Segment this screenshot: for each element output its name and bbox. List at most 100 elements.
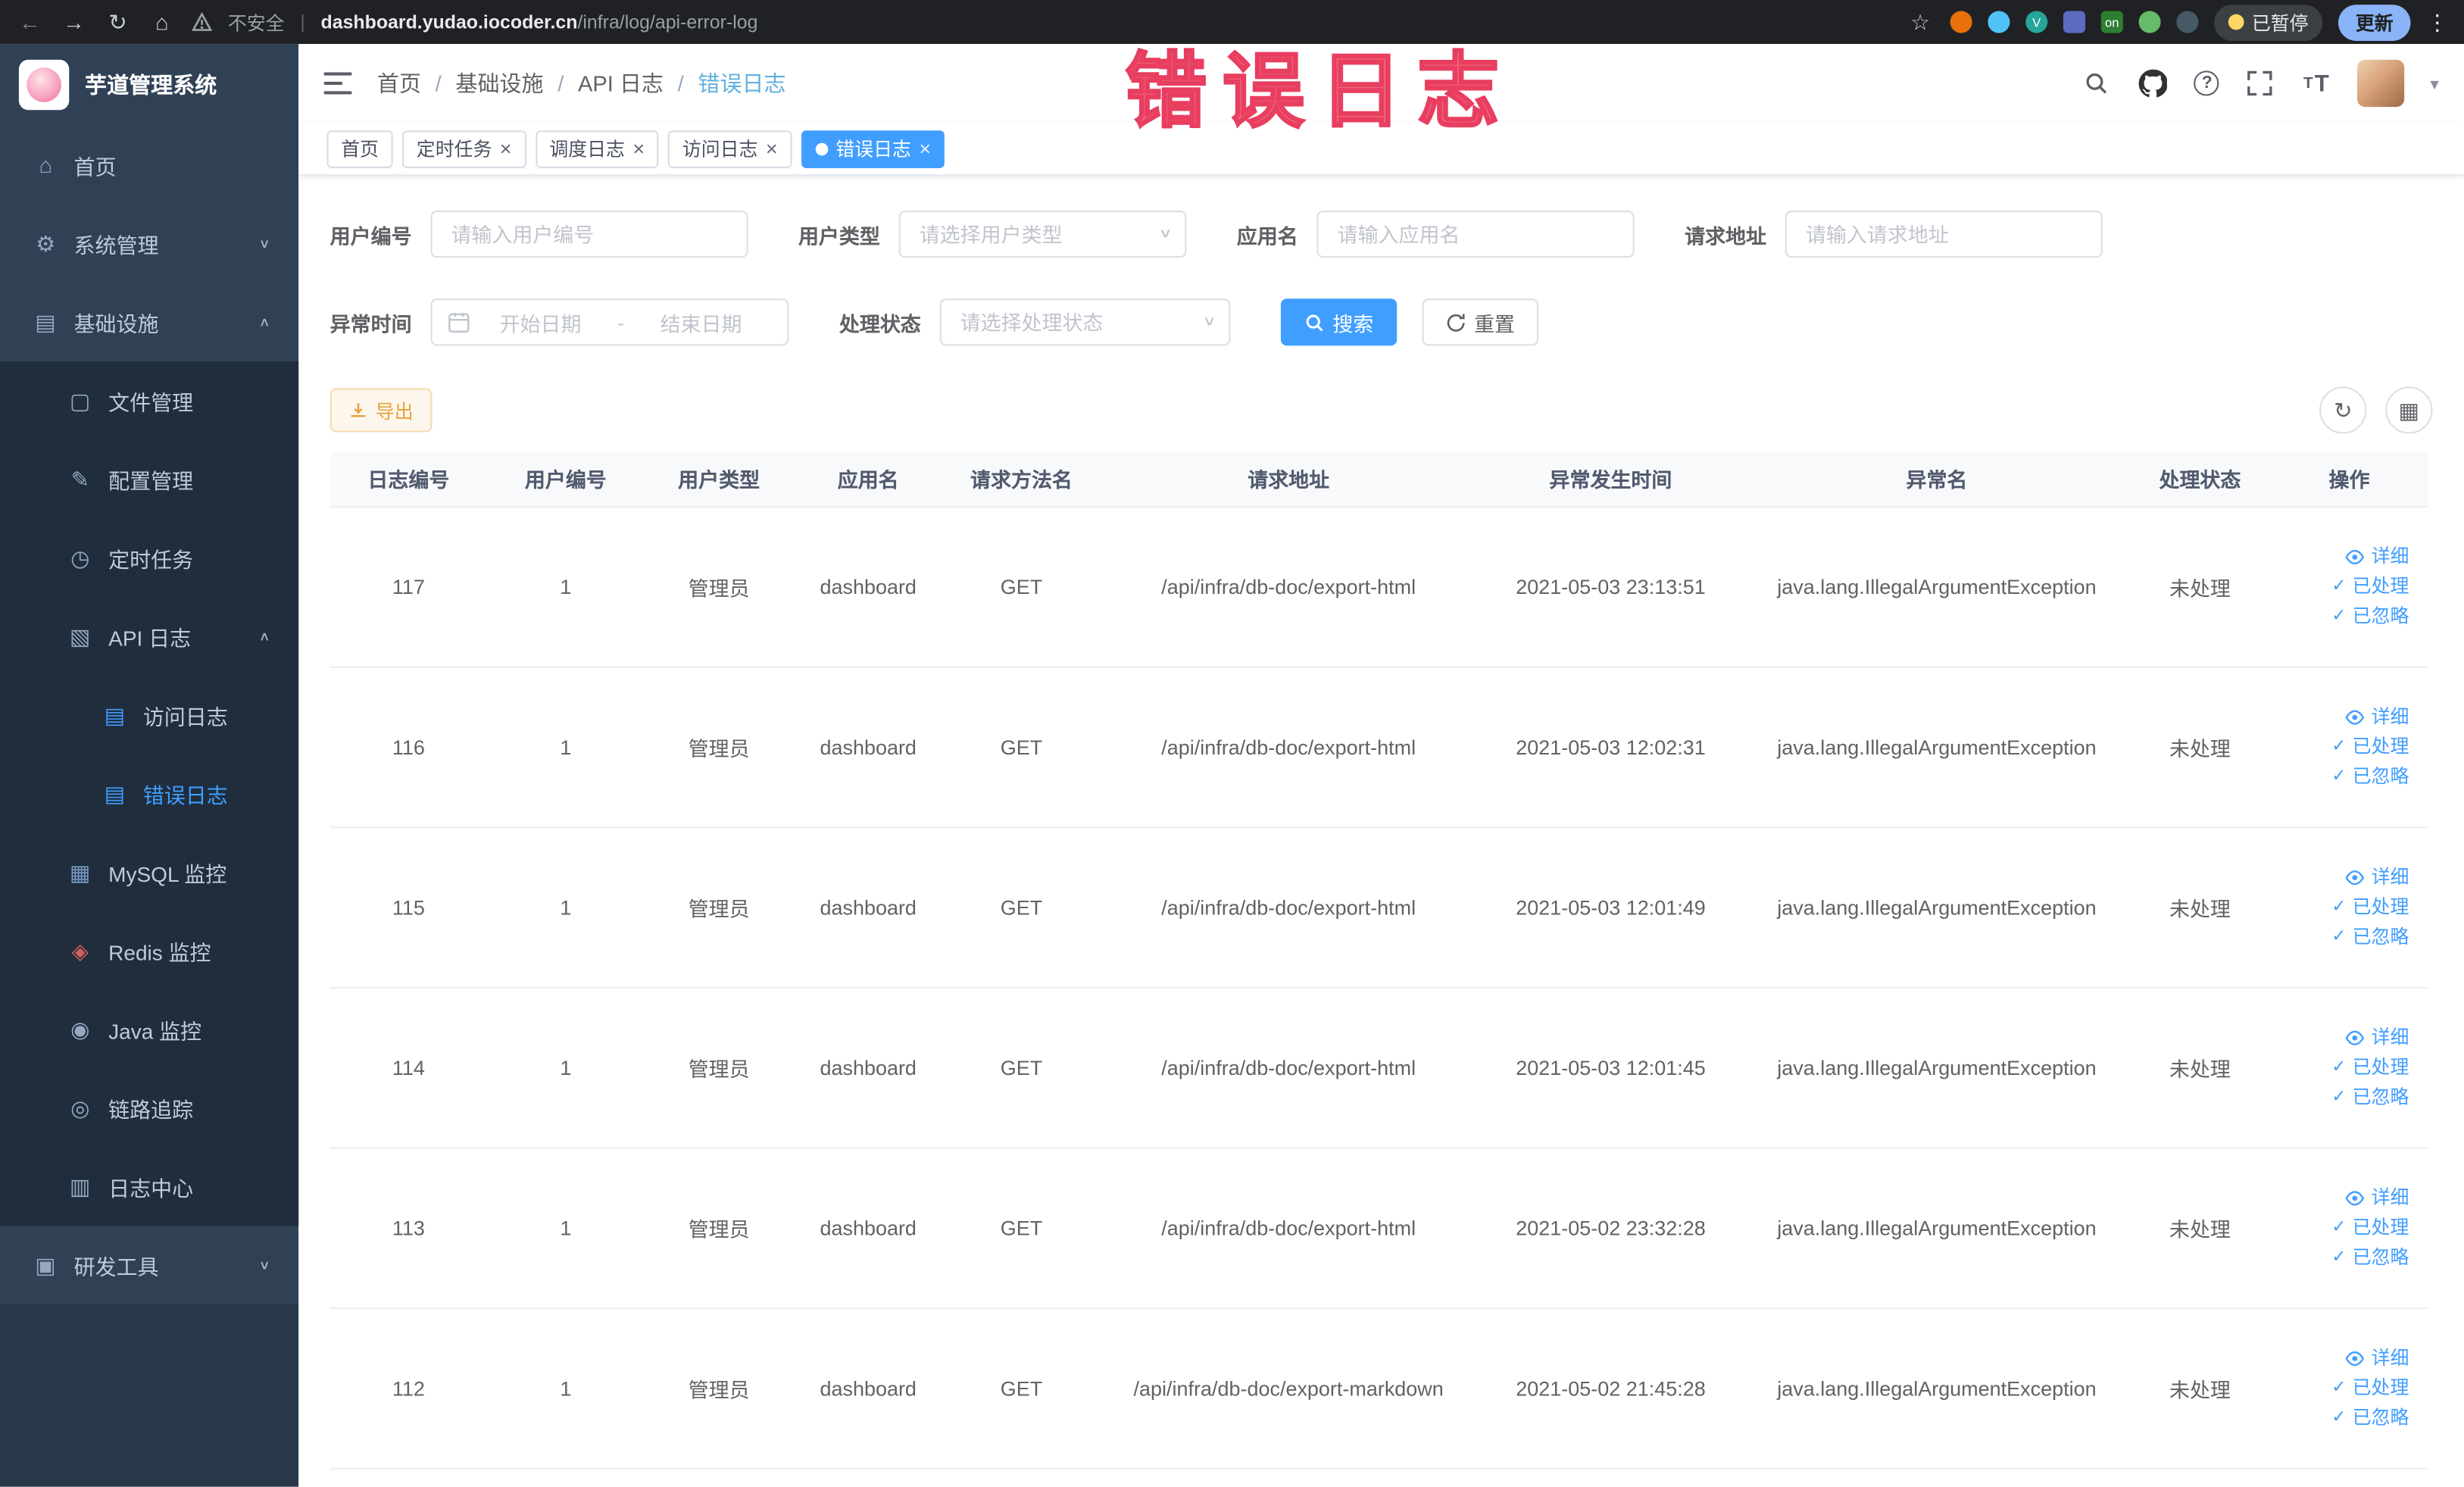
extension-icon-5[interactable]: on (2100, 11, 2123, 33)
close-tab-icon[interactable]: × (919, 139, 931, 159)
sidebar-item-3[interactable]: ▢ 文件管理 (0, 361, 299, 440)
sidebar-item-1[interactable]: ⚙ 系统管理 ∨ (0, 205, 298, 283)
exception-time-range-picker[interactable]: 开始日期 - 结束日期 (430, 298, 789, 346)
update-button[interactable]: 更新 (2338, 4, 2411, 40)
sidebar-item-5[interactable]: ◷ 定时任务 (0, 518, 299, 598)
cell-exception: java.lang.IllegalArgumentException (1744, 986, 2130, 1148)
user-id-input[interactable] (430, 210, 748, 258)
mark-ignored-button[interactable]: ✓ 已忽略 (2277, 601, 2409, 631)
extension-icon-3[interactable]: V (2025, 11, 2048, 33)
close-tab-icon[interactable]: × (500, 139, 512, 159)
search-icon[interactable] (2081, 67, 2113, 98)
kebab-menu-icon[interactable]: ⋮ (2426, 8, 2448, 35)
mark-processed-button[interactable]: ✓ 已处理 (2277, 1213, 2409, 1242)
process-status-select-input[interactable] (939, 298, 1231, 346)
file-icon: ▢ (70, 387, 91, 413)
extension-icon-1[interactable] (1950, 11, 1972, 33)
mark-processed-button[interactable]: ✓ 已处理 (2277, 571, 2409, 601)
user-type-select-input[interactable] (898, 210, 1187, 258)
breadcrumb-item-2[interactable]: API 日志 (578, 67, 664, 98)
sidebar-item-12[interactable]: ◎ 链路追踪 (0, 1068, 299, 1148)
tab-1[interactable]: 定时任务 × (402, 130, 526, 167)
detail-button[interactable]: 详细 (2277, 1343, 2409, 1373)
sidebar-item-10[interactable]: ◈ Redis 监控 (0, 911, 299, 991)
security-label[interactable]: 不安全 (228, 8, 285, 35)
mark-ignored-button[interactable]: ✓ 已忽略 (2277, 761, 2409, 791)
user-avatar[interactable] (2357, 59, 2406, 108)
address-bar[interactable]: dashboard.yudao.iocoder.cn/infra/log/api… (321, 11, 758, 33)
hamburger-icon[interactable] (323, 72, 352, 95)
breadcrumb-item-3[interactable]: 错误日志 (698, 67, 785, 98)
row-actions: 详细 ✓ 已处理 ✓ 已忽略 (2270, 1147, 2428, 1309)
home-button[interactable]: ⌂ (148, 9, 176, 34)
breadcrumb-item-0[interactable]: 首页 (377, 67, 421, 98)
app-header: 首页 / 基础设施 / API 日志 / 错误日志 ? TT ▾ (298, 44, 2464, 123)
sidebar-item-11[interactable]: ◉ Java 监控 (0, 990, 299, 1069)
check-icon: ✓ (2331, 1086, 2347, 1106)
sidebar-item-14[interactable]: ▣ 研发工具 ∨ (0, 1226, 298, 1304)
fullscreen-icon[interactable] (2245, 67, 2276, 98)
reload-button[interactable]: ↻ (104, 8, 132, 35)
sidebar-item-0[interactable]: ⌂ 首页 (0, 126, 298, 205)
refresh-list-button[interactable]: ↻ (2319, 386, 2367, 434)
export-button[interactable]: 导出 (329, 388, 433, 433)
mark-ignored-button[interactable]: ✓ 已忽略 (2277, 1403, 2409, 1432)
help-icon[interactable]: ? (2194, 70, 2220, 96)
user-type-select[interactable]: ∨ (898, 210, 1187, 258)
detail-button[interactable]: 详细 (2277, 1023, 2409, 1052)
extension-icon-6[interactable] (2138, 11, 2161, 33)
mark-processed-button[interactable]: ✓ 已处理 (2277, 732, 2409, 761)
column-header-app_name: 应用名 (793, 452, 943, 508)
extension-icon-7[interactable] (2176, 11, 2199, 33)
search-button[interactable]: 搜索 (1280, 298, 1398, 346)
detail-button[interactable]: 详细 (2277, 701, 2409, 731)
sidebar-item-2[interactable]: ▤ 基础设施 ∧ (0, 283, 298, 361)
mark-ignored-button[interactable]: ✓ 已忽略 (2277, 922, 2409, 951)
sidebar-item-13[interactable]: ▥ 日志中心 (0, 1147, 299, 1226)
sidebar-item-4[interactable]: ✎ 配置管理 (0, 439, 299, 519)
github-icon[interactable] (2138, 67, 2169, 98)
cell-app_name: dashboard (793, 666, 943, 828)
sidebar-item-7[interactable]: ▤ 访问日志 (0, 676, 299, 754)
caret-down-icon[interactable]: ▾ (2430, 73, 2438, 94)
cell-method: GET (942, 1307, 1101, 1469)
forward-button[interactable]: → (60, 9, 88, 34)
bookmark-star-icon[interactable]: ☆ (1906, 8, 1934, 35)
tab-0[interactable]: 首页 (326, 130, 393, 167)
check-icon: ✓ (2331, 896, 2347, 916)
tab-4[interactable]: 错误日志 × (801, 130, 945, 167)
close-tab-icon[interactable]: × (766, 139, 778, 159)
detail-button[interactable]: 详细 (2277, 542, 2409, 571)
mark-processed-button[interactable]: ✓ 已处理 (2277, 892, 2409, 921)
reset-button[interactable]: 重置 (1422, 298, 1539, 346)
detail-button[interactable]: 详细 (2277, 1182, 2409, 1212)
tab-2[interactable]: 调度日志 × (535, 130, 659, 167)
tab-label: 错误日志 (835, 138, 911, 161)
detail-button[interactable]: 详细 (2277, 862, 2409, 892)
error-log-table: 日志编号 用户编号 用户类型 应用名 请求方法名 请求地址 异常发生时间 异常名 处理状态 操作 … (329, 452, 2428, 1469)
warning-icon (192, 12, 213, 32)
request-url-input[interactable] (1785, 210, 2103, 258)
mark-processed-button[interactable]: ✓ 已处理 (2277, 1373, 2409, 1402)
cell-user_type: 管理员 (644, 666, 794, 828)
filter-label-app-name: 应用名 (1236, 223, 1298, 248)
sidebar-item-8[interactable]: ▤ 错误日志 (0, 754, 299, 833)
paused-badge[interactable]: 已暂停 (2214, 4, 2323, 40)
tab-3[interactable]: 访问日志 × (668, 130, 792, 167)
mark-processed-button[interactable]: ✓ 已处理 (2277, 1052, 2409, 1082)
cell-status: 未处理 (2129, 506, 2271, 667)
breadcrumb-item-1[interactable]: 基础设施 (455, 67, 543, 98)
extension-icon-2[interactable] (1988, 11, 2010, 33)
mark-ignored-button[interactable]: ✓ 已忽略 (2277, 1242, 2409, 1272)
sidebar-item-6[interactable]: ▧ API 日志 ∧ (0, 597, 299, 676)
close-tab-icon[interactable]: × (632, 139, 645, 159)
tab-label: 调度日志 (549, 138, 625, 161)
app-name-input[interactable] (1316, 210, 1635, 258)
sidebar-item-9[interactable]: ▦ MySQL 监控 (0, 833, 299, 912)
back-button[interactable]: ← (16, 9, 44, 34)
extension-icon-4[interactable] (2063, 11, 2085, 33)
column-settings-button[interactable]: ▦ (2385, 386, 2433, 434)
process-status-select[interactable]: ∨ (939, 298, 1231, 346)
mark-ignored-button[interactable]: ✓ 已忽略 (2277, 1082, 2409, 1111)
font-size-icon[interactable]: TT (2301, 67, 2332, 98)
